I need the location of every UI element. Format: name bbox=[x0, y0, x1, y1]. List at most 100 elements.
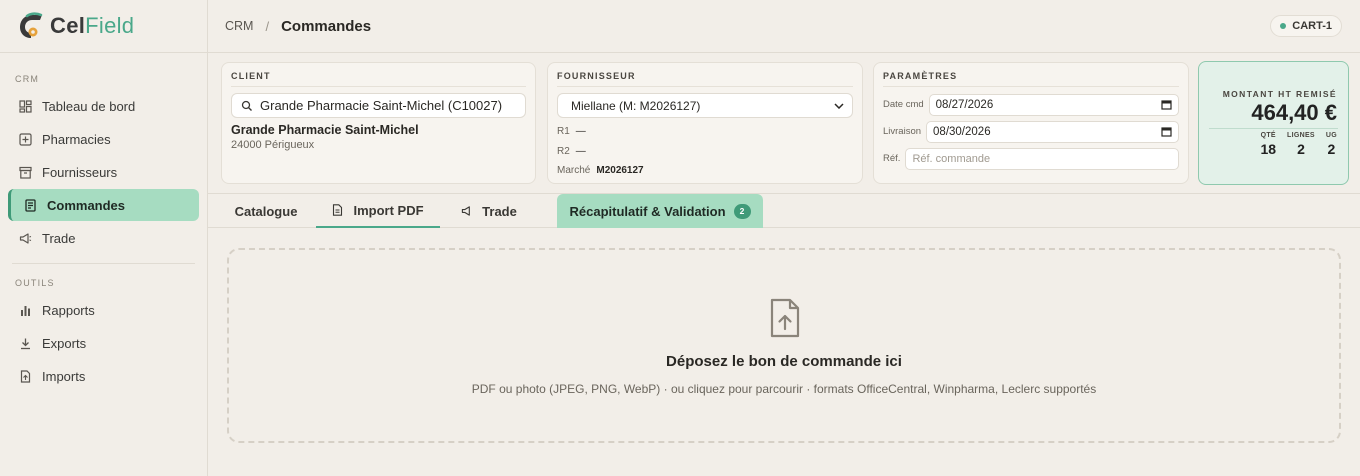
supplier-market-row: Marché M2026127 bbox=[557, 163, 853, 177]
sidebar-section-crm: CRM bbox=[15, 74, 40, 84]
stat-ug: UG 2 bbox=[1326, 132, 1337, 157]
megaphone-icon bbox=[18, 231, 32, 245]
supplier-select[interactable]: Miellane (M: M2026127) bbox=[557, 93, 853, 118]
client-search-input[interactable]: Grande Pharmacie Saint-Michel (C10027) bbox=[231, 93, 526, 118]
supplier-card: FOURNISSEUR Miellane (M: M2026127) R1 — … bbox=[547, 62, 863, 184]
brand-name: CelField bbox=[50, 13, 135, 38]
file-upload-icon bbox=[18, 369, 32, 383]
client-name: Grande Pharmacie Saint-Michel bbox=[231, 123, 419, 137]
sidebar-section-tools: OUTILS bbox=[15, 278, 55, 288]
sidebar: CelField CRM Tableau de bord Pharmacies … bbox=[0, 0, 208, 476]
supplier-r1-label: R1 bbox=[557, 125, 570, 137]
params-card-label: PARAMÈTRES bbox=[883, 71, 1179, 87]
delivery-date-label: Livraison bbox=[883, 126, 922, 137]
tab-label: Récapitulatif & Validation bbox=[569, 203, 726, 219]
supplier-market-value: M2026127 bbox=[596, 164, 644, 176]
sidebar-item-label: Commandes bbox=[47, 197, 126, 213]
sidebar-item-suppliers[interactable]: Fournisseurs bbox=[8, 156, 199, 188]
stat-quantity-label: QTÉ bbox=[1260, 132, 1276, 139]
client-card: CLIENT Grande Pharmacie Saint-Michel (C1… bbox=[221, 62, 536, 184]
stat-ug-value: 2 bbox=[1327, 141, 1336, 157]
sidebar-item-label: Pharmacies bbox=[42, 131, 111, 147]
stat-lines-value: 2 bbox=[1297, 141, 1305, 157]
file-upload-icon bbox=[770, 298, 800, 338]
sidebar-item-label: Exports bbox=[42, 335, 87, 351]
dashboard-icon bbox=[18, 99, 32, 113]
sidebar-item-dashboard[interactable]: Tableau de bord bbox=[8, 90, 199, 122]
order-date-value: 08/27/2026 bbox=[935, 98, 994, 111]
brand-logo[interactable]: CelField bbox=[0, 0, 207, 53]
stat-lines: LIGNES 2 bbox=[1287, 132, 1315, 157]
celfield-logo-icon bbox=[20, 12, 43, 38]
dropzone-subtitle: PDF ou photo (JPEG, PNG, WebP) · ou cliq… bbox=[471, 382, 1097, 396]
sidebar-item-label: Imports bbox=[42, 368, 86, 384]
chevron-down-icon bbox=[834, 102, 844, 109]
reference-input[interactable]: Réf. commande bbox=[905, 147, 1179, 170]
calendar-icon bbox=[1161, 100, 1172, 110]
download-icon bbox=[18, 336, 32, 350]
sidebar-item-orders[interactable]: Commandes bbox=[8, 189, 199, 221]
document-icon bbox=[332, 204, 344, 216]
orders-icon bbox=[23, 198, 37, 212]
calendar-icon bbox=[1161, 127, 1172, 137]
cart-badge-label: CART-1 bbox=[1292, 20, 1332, 32]
supplier-select-value: Miellane (M: M2026127) bbox=[571, 98, 701, 113]
tab-import-pdf[interactable]: Import PDF bbox=[316, 194, 440, 228]
order-date-row: Date cmd 08/27/2026 bbox=[883, 93, 1179, 116]
tab-label: Catalogue bbox=[234, 203, 298, 219]
bar-chart-icon bbox=[18, 303, 32, 317]
pdf-dropzone[interactable]: Déposez le bon de commande ici PDF ou ph… bbox=[227, 248, 1341, 443]
sidebar-item-imports[interactable]: Imports bbox=[8, 360, 199, 392]
dropzone-title: Déposez le bon de commande ici bbox=[666, 353, 902, 370]
sidebar-item-exports[interactable]: Exports bbox=[8, 327, 199, 359]
supplier-r2-value: — bbox=[575, 145, 586, 157]
supplier-r2-row: R2 — bbox=[557, 144, 853, 158]
client-search-value: Grande Pharmacie Saint-Michel (C10027) bbox=[260, 98, 503, 113]
topbar: CRM / Commandes CART-1 bbox=[208, 0, 1360, 53]
reference-label: Réf. bbox=[883, 153, 901, 164]
page-title: Commandes bbox=[281, 17, 372, 35]
supplier-r1-row: R1 — bbox=[557, 124, 853, 138]
order-tabs: Catalogue Import PDF Trade Récapitulatif… bbox=[208, 193, 1360, 228]
tab-summary-validation[interactable]: Récapitulatif & Validation 2 bbox=[557, 194, 763, 228]
sidebar-item-label: Trade bbox=[42, 230, 76, 246]
params-card: PARAMÈTRES Date cmd 08/27/2026 Livraison… bbox=[873, 62, 1189, 184]
supplier-card-label: FOURNISSEUR bbox=[557, 71, 853, 87]
supplier-r2-label: R2 bbox=[557, 145, 570, 157]
cart-badge[interactable]: CART-1 bbox=[1270, 15, 1342, 37]
stat-quantity-value: 18 bbox=[1260, 141, 1277, 157]
tab-count-badge: 2 bbox=[733, 203, 751, 219]
sidebar-item-reports[interactable]: Rapports bbox=[8, 294, 199, 326]
total-stats: QTÉ 18 LIGNES 2 UG 2 bbox=[1210, 132, 1337, 157]
order-total-card: MONTANT HT REMISÉ 464,40 € QTÉ 18 LIGNES… bbox=[1198, 61, 1349, 185]
reference-row: Réf. Réf. commande bbox=[883, 147, 1179, 170]
delivery-date-row: Livraison 08/30/2026 bbox=[883, 120, 1179, 143]
order-date-label: Date cmd bbox=[883, 99, 924, 110]
stat-lines-label: LIGNES bbox=[1287, 132, 1315, 139]
supplier-r1-value: — bbox=[575, 125, 586, 137]
sidebar-item-trade[interactable]: Trade bbox=[8, 222, 199, 254]
sidebar-divider bbox=[12, 263, 195, 264]
sidebar-item-pharmacies[interactable]: Pharmacies bbox=[8, 123, 199, 155]
tab-label: Import PDF bbox=[353, 202, 424, 218]
total-divider bbox=[1209, 128, 1338, 129]
stat-ug-label: UG bbox=[1325, 132, 1337, 139]
sidebar-item-label: Rapports bbox=[42, 302, 95, 318]
tab-trade[interactable]: Trade bbox=[448, 194, 530, 228]
client-city: 24000 Périgueux bbox=[231, 139, 315, 151]
supplier-icon bbox=[18, 165, 32, 179]
delivery-date-value: 08/30/2026 bbox=[933, 125, 991, 138]
stat-quantity: QTÉ 18 bbox=[1260, 132, 1276, 157]
breadcrumb-root[interactable]: CRM bbox=[225, 19, 253, 33]
total-amount-label: MONTANT HT REMISÉ bbox=[1222, 89, 1337, 99]
order-date-field[interactable]: 08/27/2026 bbox=[928, 93, 1179, 116]
supplier-market-label: Marché bbox=[557, 164, 591, 176]
status-dot-icon bbox=[1280, 23, 1287, 29]
search-icon bbox=[241, 100, 252, 111]
tab-label: Trade bbox=[482, 203, 517, 219]
pharmacy-icon bbox=[18, 132, 32, 146]
sidebar-item-label: Fournisseurs bbox=[42, 164, 118, 180]
tab-catalogue[interactable]: Catalogue bbox=[218, 194, 314, 228]
sidebar-item-label: Tableau de bord bbox=[42, 98, 136, 114]
delivery-date-field[interactable]: 08/30/2026 bbox=[926, 120, 1179, 143]
